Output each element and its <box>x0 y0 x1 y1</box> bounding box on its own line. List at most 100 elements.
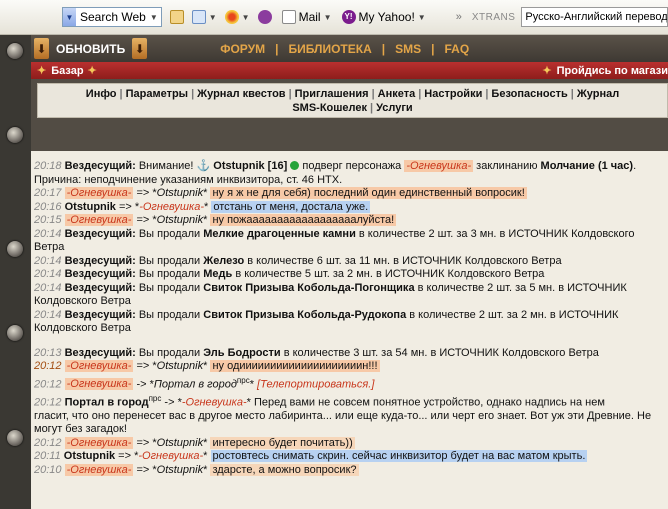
message-text: Otstupnik <box>156 187 204 199</box>
sender-nick[interactable]: Otstupnik <box>65 201 116 213</box>
shop-link[interactable]: Пройдись по магази <box>557 65 668 77</box>
nav-separator: | <box>371 88 375 100</box>
chevron-right-icon[interactable]: » <box>456 11 462 23</box>
favorites-button[interactable]: ▼ <box>191 10 217 24</box>
player-nick[interactable]: -Огневушка- <box>138 450 203 462</box>
library-link[interactable]: БИБЛИОТЕКА <box>288 42 371 56</box>
message-text: Причина: неподчинение указаниям инквизит… <box>34 173 343 186</box>
message-text: => * <box>133 360 157 372</box>
nav-profile[interactable]: Анкета <box>378 88 416 100</box>
nav-journal[interactable]: Журнал <box>577 88 619 100</box>
online-icon[interactable] <box>290 161 300 170</box>
message-text: подверг персонажа <box>299 160 405 172</box>
message-time[interactable]: 20:12 <box>34 437 62 449</box>
player-nick[interactable]: -Огневушка- <box>64 187 134 199</box>
rivet-decor <box>7 241 23 257</box>
message-time[interactable]: 20:17 <box>34 187 62 199</box>
pencil-icon <box>169 10 184 24</box>
bazaar-link[interactable]: Базар <box>51 65 83 77</box>
message-text: в количестве 3 шт. за 54 мн. в ИСТОЧНИК … <box>280 346 599 359</box>
faq-link[interactable]: FAQ <box>444 42 469 56</box>
chat-line: 20:14 Вездесущий: Вы продали Мелкие драг… <box>34 228 668 242</box>
message-time[interactable]: 20:12 <box>34 378 62 390</box>
message-time[interactable]: 20:16 <box>34 201 62 213</box>
search-web-label[interactable]: Search Web <box>76 10 150 24</box>
chat-line: 20:13 Вездесущий: Вы продали Эль Бодрост… <box>34 347 668 361</box>
nav-settings[interactable]: Настройки <box>424 88 482 100</box>
sender-nick[interactable]: Портал в город <box>65 396 149 408</box>
anchor-icon[interactable]: ⚓ <box>197 160 214 172</box>
arrow-down-icon[interactable]: ⬇ <box>34 38 49 59</box>
message-text: => * <box>115 200 140 213</box>
message-text: Otstupnik <box>156 214 204 226</box>
message-time[interactable]: 20:12 <box>34 360 62 372</box>
message-text: ну одиииииииииииииииииииин!!! <box>210 360 380 372</box>
player-nick[interactable]: -Огневушка- <box>182 396 247 408</box>
player-nick[interactable]: -Огневушка- <box>139 201 204 213</box>
chat-line: 20:14 Вездесущий: Вы продали Свиток Приз… <box>34 309 668 323</box>
target-icon <box>224 10 239 24</box>
pencil-button[interactable] <box>169 10 184 24</box>
nav-quest-log[interactable]: Журнал квестов <box>197 88 285 100</box>
player-nick[interactable]: -Огневушка- <box>64 378 134 391</box>
chevron-down-icon[interactable]: ▼ <box>150 13 161 22</box>
nav-services[interactable]: Услуги <box>376 102 413 114</box>
sms-link[interactable]: SMS <box>395 42 421 56</box>
sender-nick[interactable]: Otstupnik [16] <box>213 160 290 172</box>
player-nick[interactable]: -Огневушка- <box>64 463 134 476</box>
message-time[interactable]: 20:15 <box>34 214 62 226</box>
player-nick[interactable]: -Огневушка- <box>64 360 134 372</box>
message-text: прс <box>148 393 162 403</box>
nav-separator: | <box>288 88 292 100</box>
message-time[interactable]: 20:14 <box>34 282 62 294</box>
nav-separator: | <box>191 88 195 100</box>
update-button[interactable]: ОБНОВИТЬ <box>56 42 125 56</box>
player-nick[interactable]: -Огневушка- <box>64 436 134 449</box>
chat-line: 20:12 Портал в городпрс -> *-Огневушка-*… <box>34 392 668 410</box>
message-text: в количестве 2 шт. за 5 мн. в ИСТОЧНИК <box>414 281 627 294</box>
message-time[interactable]: 20:14 <box>34 228 62 240</box>
player-nick[interactable]: -Огневушка- <box>64 214 134 226</box>
sender-nick[interactable]: Otstupnik <box>64 450 115 462</box>
chat-line: Причина: неподчинение указаниям инквизит… <box>34 174 668 188</box>
chevron-down-icon: ▼ <box>208 12 217 22</box>
search-dropdown[interactable]: ▼ Search Web ▼ <box>62 7 162 27</box>
message-text: Вы продали <box>138 227 204 240</box>
message-time[interactable]: 20:14 <box>34 255 62 267</box>
message-time[interactable]: 20:10 <box>34 464 62 476</box>
bold-text: Медь <box>203 268 233 280</box>
message-text: Otstupnik <box>156 436 204 449</box>
chat-log: 20:18 Вездесущий: Внимание! ⚓ Otstupnik … <box>31 152 668 509</box>
message-time[interactable]: 20:13 <box>34 347 62 359</box>
chat-line: 20:14 Вездесущий: Вы продали Медь в коли… <box>34 268 668 282</box>
my-yahoo-button[interactable]: Y! My Yahoo! ▼ <box>341 10 426 24</box>
message-text: в количестве 2 шт. за 2 мн. в ИСТОЧНИК <box>406 308 619 321</box>
chat-line: 20:11 Otstupnik => *-Огневушка-* ростовт… <box>34 450 668 464</box>
message-text: * <box>203 450 211 463</box>
search-dropdown-icon[interactable]: ▼ <box>63 8 76 26</box>
mail-button[interactable]: Mail ▼ <box>281 10 332 24</box>
message-time[interactable]: 20:18 <box>34 160 62 172</box>
chat-line: 20:17 -Огневушка- => *Otstupnik* ну я ж … <box>34 187 668 201</box>
message-time[interactable]: 20:12 <box>34 396 62 408</box>
player-nick[interactable]: -Огневушка- <box>404 160 474 172</box>
message-text: Вы продали <box>138 268 204 280</box>
nav-params[interactable]: Параметры <box>126 88 188 100</box>
message-time[interactable]: 20:14 <box>34 309 62 321</box>
arrow-down-icon[interactable]: ⬇ <box>132 38 148 59</box>
forum-link[interactable]: ФОРУМ <box>220 42 265 56</box>
bold-text: Вездесущий: <box>64 254 139 267</box>
star-icon: ✦ <box>542 65 552 77</box>
player-nick[interactable]: [Телепортироваться.] <box>257 378 374 390</box>
nav-invites[interactable]: Приглашения <box>295 88 369 100</box>
nav-security[interactable]: Безопасность <box>491 88 567 100</box>
chat-line: 20:10 -Огневушка- => *Otstupnik* здарсте… <box>34 463 668 478</box>
nav-sms-wallet[interactable]: SMS-Кошелек <box>292 102 367 114</box>
message-time[interactable]: 20:11 <box>34 450 61 462</box>
target-button[interactable]: ▼ <box>224 10 250 24</box>
message-time[interactable]: 20:14 <box>34 268 62 280</box>
audio-button[interactable] <box>257 10 272 24</box>
profile-nav: Инфо | Параметры | Журнал квестов | Приглашени… <box>37 83 668 118</box>
translate-field[interactable]: Русско-Английский перевод <box>521 7 668 27</box>
nav-info[interactable]: Инфо <box>86 88 117 100</box>
